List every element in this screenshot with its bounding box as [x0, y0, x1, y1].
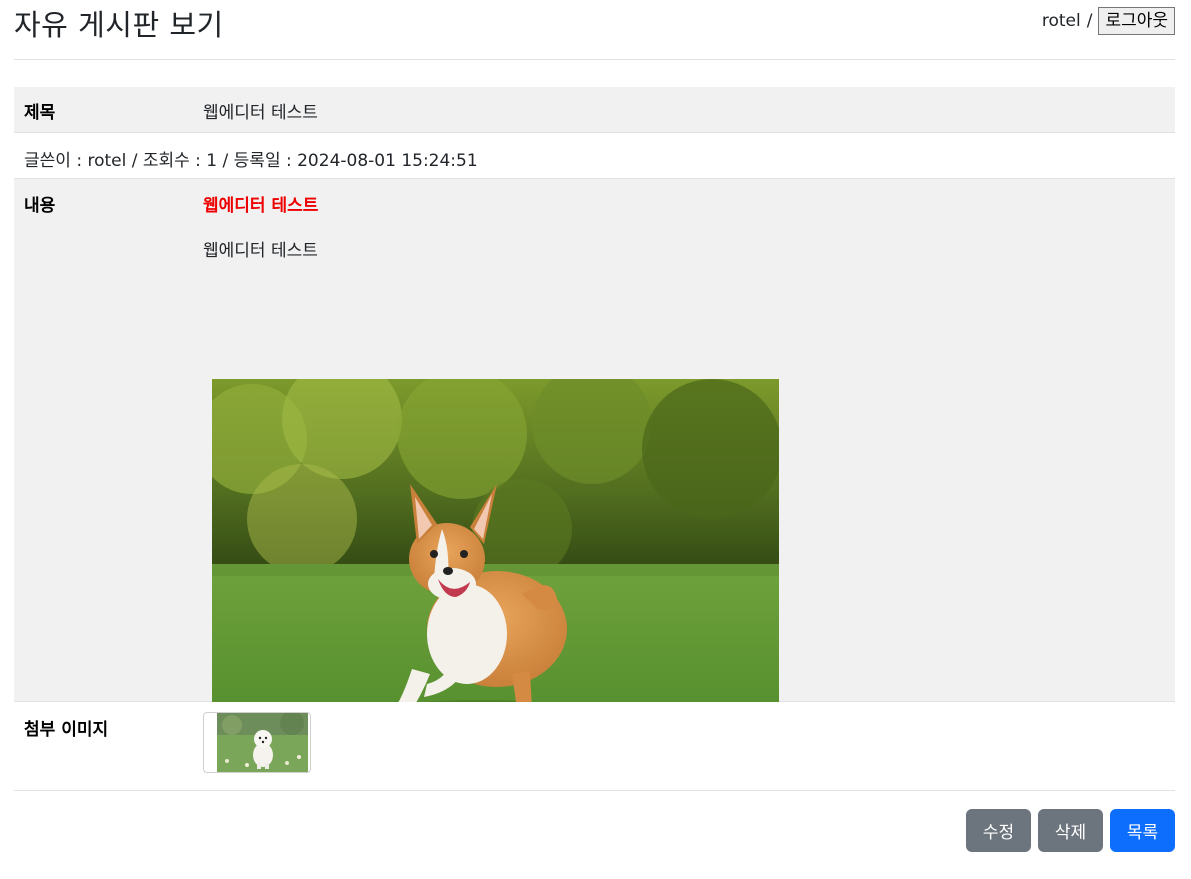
title-value: 웹에디터 테스트: [203, 103, 318, 123]
action-buttons: 수정 삭제 목록: [966, 809, 1175, 852]
separator: /: [1086, 11, 1093, 31]
delete-button[interactable]: 삭제: [1038, 809, 1103, 852]
content-row: 내용 웹에디터 테스트 웹에디터 테스트: [14, 179, 1175, 757]
user-area: rotel / 로그아웃: [1042, 7, 1175, 35]
post-meta: 글쓴이 : rotel / 조회수 : 1 / 등록일 : 2024-08-01…: [24, 151, 478, 171]
content-heading: 웹에디터 테스트: [203, 196, 319, 216]
list-button[interactable]: 목록: [1110, 809, 1175, 852]
content-paragraph: 웹에디터 테스트: [203, 241, 318, 261]
content-label: 내용: [24, 196, 56, 216]
logout-button[interactable]: 로그아웃: [1098, 7, 1175, 35]
edit-button[interactable]: 수정: [966, 809, 1031, 852]
page-header: 자유 게시판 보기 rotel / 로그아웃: [14, 0, 1175, 60]
title-label: 제목: [24, 103, 56, 123]
meta-row: 글쓴이 : rotel / 조회수 : 1 / 등록일 : 2024-08-01…: [14, 133, 1175, 179]
attachment-thumbnail[interactable]: [203, 712, 311, 773]
username: rotel: [1041, 11, 1081, 31]
content-photo-corgi: [212, 379, 779, 757]
title-row: 제목 웹에디터 테스트: [14, 87, 1175, 133]
page-title: 자유 게시판 보기: [14, 8, 224, 42]
attachment-row: 첨부 이미지: [14, 702, 1175, 791]
post-view-table: 제목 웹에디터 테스트 글쓴이 : rotel / 조회수 : 1 / 등록일 …: [14, 87, 1175, 791]
attachment-image-dog: [217, 713, 308, 772]
attachment-label: 첨부 이미지: [24, 720, 109, 740]
